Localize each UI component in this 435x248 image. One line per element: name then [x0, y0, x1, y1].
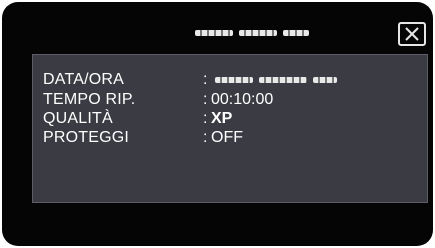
redacted-value-block	[313, 77, 337, 83]
close-button[interactable]	[398, 22, 426, 46]
info-label: QUALITÀ	[43, 110, 113, 127]
redacted-value-block	[259, 77, 307, 83]
redacted-value-block	[215, 77, 253, 83]
redacted-title	[195, 30, 309, 36]
redacted-date-value	[211, 77, 337, 83]
info-value: OFF	[211, 129, 243, 146]
info-label: DATA/ORA	[43, 71, 125, 88]
info-separator: :	[203, 91, 208, 108]
info-label: TEMPO RIP.	[43, 91, 136, 108]
info-value: XP	[211, 110, 233, 127]
info-separator: :	[203, 129, 208, 146]
redacted-title-block	[239, 30, 277, 36]
info-row-date: DATA/ORA :	[43, 71, 337, 89]
redacted-title-block	[283, 30, 309, 36]
close-icon	[405, 27, 419, 41]
info-separator: :	[203, 110, 208, 127]
file-info-panel: DATA/ORA : TEMPO RIP. : 00:10:00 QUALITÀ…	[32, 54, 428, 203]
info-separator: :	[203, 71, 208, 88]
redacted-title-block	[195, 30, 233, 36]
info-label: PROTEGGI	[43, 129, 130, 146]
info-row-protect: PROTEGGI : OFF	[43, 129, 243, 147]
info-row-quality: QUALITÀ : XP	[43, 110, 232, 128]
info-row-duration: TEMPO RIP. : 00:10:00	[43, 91, 273, 109]
info-value: 00:10:00	[211, 91, 274, 108]
camera-screen: DATA/ORA : TEMPO RIP. : 00:10:00 QUALITÀ…	[2, 2, 433, 246]
